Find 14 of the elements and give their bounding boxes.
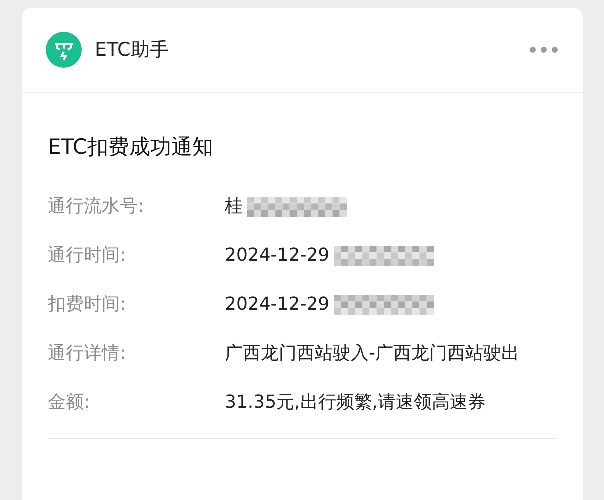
field-value: 桂	[225, 195, 243, 219]
field-label: 通行详情:	[48, 342, 128, 366]
field-value: 广西龙门西站驶入-广西龙门西站驶出	[225, 342, 520, 366]
logo-icon	[46, 32, 82, 68]
account-name: ETC助手	[95, 38, 170, 63]
more-icon[interactable]	[529, 46, 559, 54]
field-label: 金额:	[48, 391, 92, 415]
field-label: 通行流水号:	[48, 195, 146, 219]
field-value: 2024-12-29	[225, 293, 330, 317]
field-value: 2024-12-29	[225, 244, 330, 268]
field-label: 通行时间:	[48, 244, 128, 268]
field-label: 扣费时间:	[48, 293, 128, 317]
field-value: 31.35元,出行频繁,请速领高速券	[225, 391, 486, 415]
message-title: ETC扣费成功通知	[48, 134, 215, 161]
